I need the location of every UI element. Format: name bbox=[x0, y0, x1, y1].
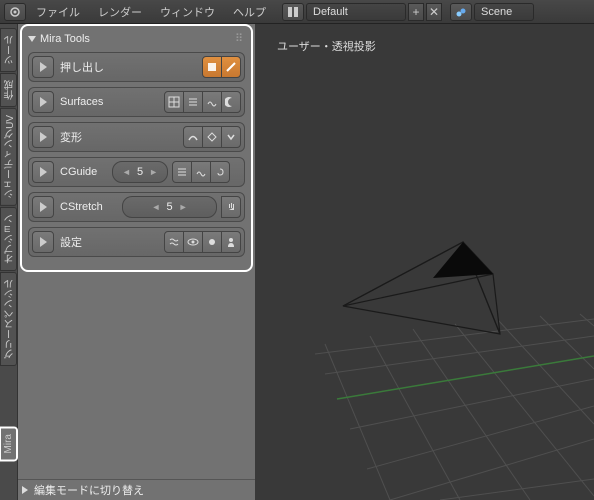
menu-help[interactable]: ヘルプ bbox=[225, 4, 274, 20]
mira-tools-panel: Mira Tools ⠿ 押し出し Surfaces bbox=[22, 26, 251, 270]
expand-button[interactable] bbox=[32, 91, 54, 113]
tab-shading-uv[interactable]: シェーディングUV bbox=[0, 108, 17, 206]
3d-viewport[interactable]: ユーザー・透視投影 bbox=[255, 24, 594, 500]
tab-mira[interactable]: Mira bbox=[0, 427, 17, 460]
tab-create[interactable]: 作成 bbox=[0, 73, 17, 107]
cguide-spiral-button[interactable] bbox=[210, 161, 230, 183]
settings-waves-button[interactable] bbox=[164, 231, 184, 253]
layout-browse-icon[interactable] bbox=[282, 3, 304, 21]
settings-eye-button[interactable] bbox=[183, 231, 203, 253]
collapse-icon bbox=[22, 486, 28, 494]
surfaces-grid-button[interactable] bbox=[164, 91, 184, 113]
extrude-mode1-button[interactable] bbox=[202, 56, 222, 78]
increase-icon[interactable]: ► bbox=[179, 202, 188, 212]
extrude-label: 押し出し bbox=[58, 59, 198, 75]
cguide-value[interactable]: ◄5► bbox=[112, 161, 168, 183]
expand-button[interactable] bbox=[32, 161, 54, 183]
editor-type-icon[interactable] bbox=[4, 3, 26, 21]
play-icon bbox=[40, 167, 47, 177]
expand-button[interactable] bbox=[32, 126, 54, 148]
menu-render[interactable]: レンダー bbox=[90, 4, 150, 20]
tool-tabs: ツール 作成 シェーディングUV オプション グリースペンシル Mira bbox=[0, 24, 18, 500]
cstretch-hand-button[interactable] bbox=[221, 196, 241, 218]
expand-button[interactable] bbox=[32, 231, 54, 253]
scene-selector[interactable]: Scene bbox=[474, 3, 534, 21]
layout-remove-button[interactable]: ✕ bbox=[426, 3, 442, 21]
surfaces-wave-button[interactable] bbox=[202, 91, 222, 113]
row-settings: 設定 bbox=[28, 227, 245, 257]
row-deform: 変形 bbox=[28, 122, 245, 152]
tool-panel: Mira Tools ⠿ 押し出し Surfaces bbox=[18, 24, 255, 500]
edit-mode-label: 編集モードに切り替え bbox=[34, 482, 144, 498]
cguide-lines-button[interactable] bbox=[172, 161, 192, 183]
tab-grease-pencil[interactable]: グリースペンシル bbox=[0, 272, 17, 366]
play-icon bbox=[40, 237, 47, 247]
settings-label: 設定 bbox=[58, 234, 160, 250]
decrease-icon[interactable]: ◄ bbox=[122, 167, 131, 177]
menu-window[interactable]: ウィンドウ bbox=[152, 4, 223, 20]
cstretch-label: CStretch bbox=[58, 201, 118, 213]
row-extrude: 押し出し bbox=[28, 52, 245, 82]
layout-selector[interactable]: Default bbox=[306, 3, 406, 21]
row-cstretch: CStretch ◄5► bbox=[28, 192, 245, 222]
play-icon bbox=[40, 62, 47, 72]
increase-icon[interactable]: ► bbox=[149, 167, 158, 177]
deform-label: 変形 bbox=[58, 129, 179, 145]
expand-button[interactable] bbox=[32, 196, 54, 218]
grip-icon[interactable]: ⠿ bbox=[235, 32, 245, 45]
panel-title: Mira Tools bbox=[40, 33, 90, 45]
menu-file[interactable]: ファイル bbox=[28, 4, 88, 20]
cguide-label: CGuide bbox=[58, 166, 108, 178]
top-menu-bar: ファイル レンダー ウィンドウ ヘルプ Default + ✕ Scene bbox=[0, 0, 594, 24]
collapse-icon bbox=[28, 36, 36, 42]
tab-options[interactable]: オプション bbox=[0, 207, 17, 271]
layout-add-button[interactable]: + bbox=[408, 3, 424, 21]
surfaces-moon-button[interactable] bbox=[221, 91, 241, 113]
extrude-mode2-button[interactable] bbox=[221, 56, 241, 78]
mira-panel-header[interactable]: Mira Tools ⠿ bbox=[24, 30, 249, 47]
deform-arc-button[interactable] bbox=[183, 126, 203, 148]
surfaces-lines-button[interactable] bbox=[183, 91, 203, 113]
decrease-icon[interactable]: ◄ bbox=[152, 202, 161, 212]
edit-mode-header[interactable]: 編集モードに切り替え bbox=[18, 480, 255, 500]
play-icon bbox=[40, 202, 47, 212]
scene-browse-icon[interactable] bbox=[450, 3, 472, 21]
row-surfaces: Surfaces bbox=[28, 87, 245, 117]
expand-button[interactable] bbox=[32, 56, 54, 78]
cguide-wave-button[interactable] bbox=[191, 161, 211, 183]
row-cguide: CGuide ◄5► bbox=[28, 157, 245, 187]
settings-dot-button[interactable] bbox=[202, 231, 222, 253]
bottom-panel: 編集モードに切り替え bbox=[18, 479, 255, 500]
deform-down-button[interactable] bbox=[221, 126, 241, 148]
deform-diamond-button[interactable] bbox=[202, 126, 222, 148]
cstretch-value[interactable]: ◄5► bbox=[122, 196, 217, 218]
play-icon bbox=[40, 132, 47, 142]
settings-person-button[interactable] bbox=[221, 231, 241, 253]
tab-tools[interactable]: ツール bbox=[0, 28, 17, 72]
play-icon bbox=[40, 97, 47, 107]
surfaces-label: Surfaces bbox=[58, 96, 160, 108]
